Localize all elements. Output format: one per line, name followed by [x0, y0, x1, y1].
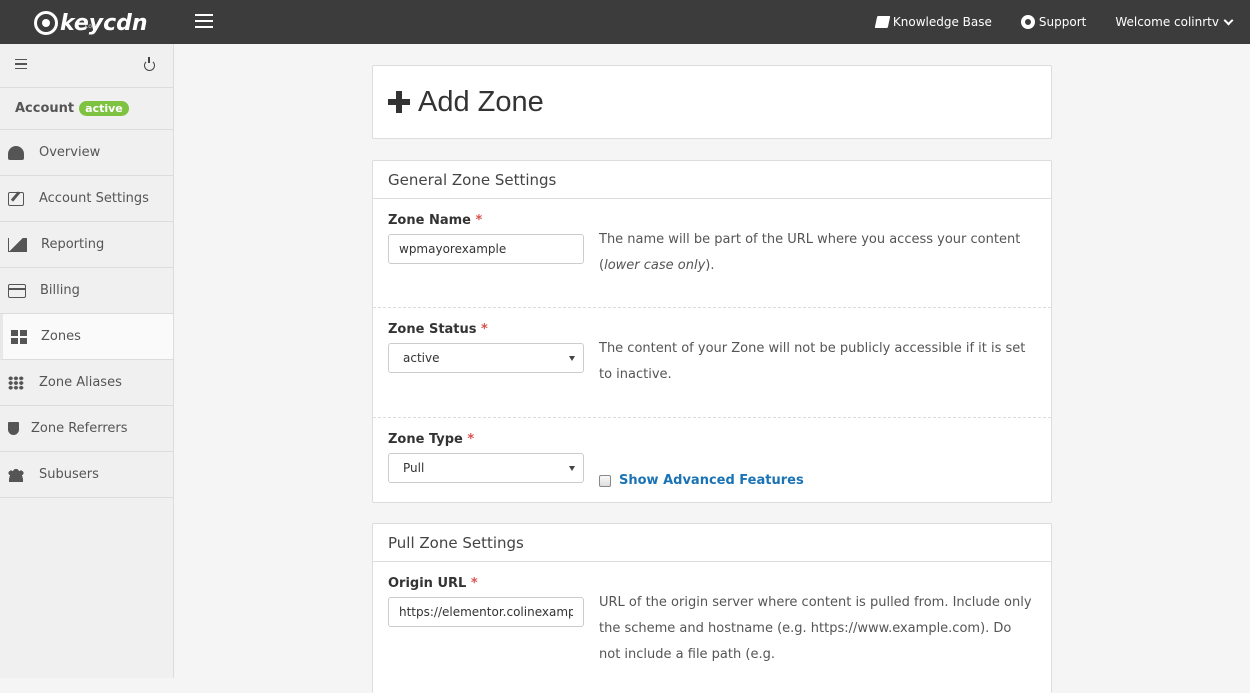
panel-heading: General Zone Settings — [373, 161, 1051, 199]
support-label: Support — [1038, 15, 1087, 29]
origin-url-input[interactable] — [388, 597, 584, 627]
origin-url-row: Origin URL * URL of the origin server wh… — [373, 562, 1051, 668]
main-content: Add Zone General Zone Settings Zone Name… — [174, 44, 1250, 693]
account-section: Account active — [0, 88, 173, 130]
logo-text: keycdn — [60, 10, 148, 36]
page-title: Add Zone — [418, 85, 544, 118]
required-marker: * — [470, 576, 478, 591]
zone-name-label: Zone Name * — [388, 213, 483, 228]
sidebar-item-label: Zone Aliases — [39, 375, 122, 390]
top-navbar: keycdn .com Knowledge Base Support Welco… — [0, 0, 1250, 44]
chevron-down-icon — [1223, 15, 1234, 25]
pull-zone-settings-panel: Pull Zone Settings Origin URL * URL of t… — [372, 523, 1052, 693]
knowledge-base-label: Knowledge Base — [892, 15, 992, 29]
book-icon — [874, 16, 891, 28]
sidebar-item-account-settings[interactable]: Account Settings — [0, 176, 173, 222]
caret-down-icon — [569, 465, 575, 471]
sidebar-item-reporting[interactable]: Reporting — [0, 222, 173, 268]
required-marker: * — [481, 322, 488, 337]
zone-status-value: active — [403, 351, 440, 365]
panel-heading: Pull Zone Settings — [373, 524, 1051, 562]
zone-name-input[interactable] — [388, 234, 584, 264]
zone-name-help: The name will be part of the URL where y… — [599, 232, 1021, 273]
knowledge-base-link[interactable]: Knowledge Base — [874, 15, 992, 29]
top-nav-links: Knowledge Base Support Welcome colinrtv — [874, 0, 1250, 44]
zone-type-row: Zone Type * Pull Show Advanced Features — [373, 418, 1051, 502]
shield-icon — [8, 422, 19, 435]
zone-type-select[interactable]: Pull — [388, 453, 584, 483]
lifebuoy-icon — [1020, 15, 1035, 29]
zone-status-help: The content of your Zone will not be pub… — [599, 341, 1026, 382]
required-marker: * — [467, 432, 475, 447]
edit-icon — [8, 191, 24, 206]
zone-status-select[interactable]: active — [388, 343, 584, 373]
account-status-badge: active — [79, 101, 129, 116]
caret-down-icon — [569, 355, 575, 361]
menu-toggle-icon[interactable] — [195, 14, 213, 28]
support-link[interactable]: Support — [1020, 15, 1087, 29]
page-title-panel: Add Zone — [372, 65, 1052, 139]
show-advanced-features-label: Show Advanced Features — [619, 473, 804, 488]
sidebar-item-overview[interactable]: Overview — [0, 130, 173, 176]
zone-status-label: Zone Status * — [388, 322, 488, 337]
sidebar-item-zone-referrers[interactable]: Zone Referrers — [0, 406, 173, 452]
sidebar-item-label: Subusers — [39, 467, 99, 482]
zone-type-label: Zone Type * — [388, 432, 475, 447]
sidebar-item-zones[interactable]: Zones — [0, 314, 173, 360]
required-marker: * — [475, 213, 483, 228]
general-zone-settings-panel: General Zone Settings Zone Name * The na… — [372, 160, 1052, 503]
credit-card-icon — [8, 283, 26, 298]
power-icon[interactable] — [144, 57, 155, 71]
sidebar-item-label: Zones — [41, 329, 81, 344]
sidebar-item-label: Overview — [39, 145, 101, 160]
sidebar-item-label: Account Settings — [39, 191, 149, 206]
aliases-icon — [8, 375, 24, 390]
origin-url-label: Origin URL * — [388, 576, 478, 591]
sidebar-item-label: Billing — [40, 283, 80, 298]
advanced-features-checkbox[interactable] — [599, 474, 611, 487]
sidebar-collapse-icon[interactable] — [15, 58, 27, 73]
sidebar-item-billing[interactable]: Billing — [0, 268, 173, 314]
users-icon — [8, 467, 24, 482]
sidebar-item-label: Reporting — [41, 237, 105, 252]
origin-url-help: URL of the origin server where content i… — [599, 595, 1032, 662]
sidebar-item-subusers[interactable]: Subusers — [0, 452, 173, 498]
plus-icon — [388, 91, 410, 113]
zone-type-value: Pull — [403, 461, 425, 475]
sidebar-item-label: Zone Referrers — [31, 421, 128, 436]
user-menu-dropdown[interactable]: Welcome colinrtv — [1115, 15, 1234, 29]
zone-name-row: Zone Name * The name will be part of the… — [373, 199, 1051, 308]
keycdn-logo-icon — [34, 11, 58, 35]
sidebar-item-zone-aliases[interactable]: Zone Aliases — [0, 360, 173, 406]
logo-subtext: .com — [83, 23, 98, 30]
show-advanced-features-toggle[interactable]: Show Advanced Features — [599, 432, 804, 502]
gauge-icon — [8, 145, 24, 160]
sidebar-header — [0, 44, 173, 88]
account-label: Account — [15, 101, 75, 116]
zones-icon — [11, 329, 27, 344]
sidebar: Account active Overview Account Settings… — [0, 44, 174, 678]
area-chart-icon — [8, 237, 27, 252]
welcome-label: Welcome colinrtv — [1115, 15, 1219, 29]
zone-status-row: Zone Status * active The content of your… — [373, 308, 1051, 418]
